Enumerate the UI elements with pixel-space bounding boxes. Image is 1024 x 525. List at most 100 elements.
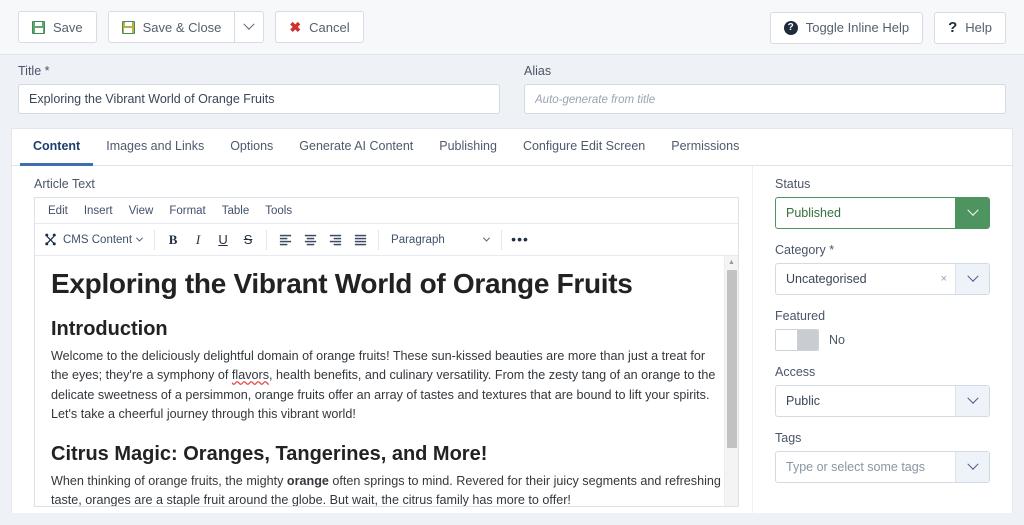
- status-field: Status Published: [775, 177, 990, 229]
- editor-menu-tools[interactable]: Tools: [258, 203, 299, 219]
- title-input[interactable]: [18, 84, 500, 114]
- align-center-button[interactable]: [298, 228, 322, 252]
- strikethrough-label: S: [243, 232, 253, 247]
- access-select-arrow[interactable]: [955, 386, 989, 416]
- toolbar-right-group: ? Toggle Inline Help ? Help: [759, 0, 1006, 55]
- save-button[interactable]: Save: [18, 11, 97, 43]
- editor-menu-insert[interactable]: Insert: [77, 203, 120, 219]
- featured-toggle-row: No: [775, 329, 990, 351]
- title-label: Title *: [18, 64, 50, 78]
- access-value: Public: [786, 394, 821, 408]
- featured-toggle-track: [776, 330, 797, 350]
- toolbar-separator: [154, 229, 156, 250]
- tab-bar: Content Images and Links Options Generate A…: [12, 129, 1012, 166]
- status-select-arrow[interactable]: [955, 198, 989, 228]
- align-justify-icon: [354, 234, 366, 246]
- top-toolbar: Save Save & Close ✖ Cancel ? Toggle Inli…: [0, 0, 1024, 55]
- chevron-down-icon: [966, 458, 979, 470]
- chevron-down-icon: [966, 270, 979, 282]
- misspelled-word: flavors: [231, 368, 270, 383]
- question-mark-icon: ?: [948, 19, 958, 36]
- underline-button[interactable]: U: [211, 228, 235, 252]
- cancel-button-label: Cancel: [309, 19, 350, 35]
- help-button-label: Help: [965, 20, 992, 35]
- align-right-icon: [329, 234, 341, 246]
- tab-options[interactable]: Options: [217, 129, 286, 166]
- category-clear-icon[interactable]: ×: [933, 264, 955, 294]
- editor-content-area[interactable]: Exploring the Vibrant World of Orange Fr…: [35, 256, 738, 506]
- status-value: Published: [786, 206, 841, 220]
- access-select[interactable]: Public: [775, 385, 990, 417]
- joomla-logo-icon: [45, 233, 56, 246]
- featured-toggle[interactable]: [775, 329, 819, 351]
- align-justify-button[interactable]: [348, 228, 372, 252]
- category-select[interactable]: Uncategorised ×: [775, 263, 990, 295]
- bold-label: B: [168, 231, 178, 247]
- block-format-value: Paragraph: [391, 233, 445, 246]
- chevron-down-icon: [966, 204, 979, 216]
- access-field: Access Public: [775, 365, 990, 417]
- article-heading-introduction: Introduction: [51, 318, 168, 340]
- tab-generate-ai-content[interactable]: Generate AI Content: [286, 129, 426, 166]
- save-button-label: Save: [53, 19, 83, 35]
- align-left-button[interactable]: [273, 228, 297, 252]
- card-body: Article Text Edit Insert View Format Table To…: [12, 166, 1012, 513]
- tab-content[interactable]: Content: [20, 129, 94, 166]
- category-select-arrow[interactable]: [955, 264, 989, 294]
- align-center-icon: [304, 234, 316, 246]
- citrus-text-part-1: When thinking of orange fruits, the migh…: [51, 473, 287, 488]
- italic-label: I: [195, 231, 201, 247]
- more-toolbar-button[interactable]: •••: [508, 228, 532, 252]
- cms-content-label: CMS Content: [63, 233, 133, 246]
- status-select[interactable]: Published: [775, 197, 990, 229]
- category-label: Category *: [775, 243, 835, 257]
- scroll-up-icon[interactable]: ▲: [725, 256, 738, 269]
- tags-placeholder: Type or select some tags: [786, 460, 925, 474]
- help-circle-icon: ?: [783, 20, 798, 35]
- bold-button[interactable]: B: [161, 228, 185, 252]
- editor-toolbar: CMS Content B I U S Paragraph •••: [35, 224, 738, 256]
- tab-label: Generate AI Content: [299, 139, 414, 153]
- featured-toggle-knob: [797, 330, 818, 350]
- featured-value: No: [829, 333, 845, 347]
- featured-field: Featured No: [775, 309, 990, 351]
- editor-menu-edit[interactable]: Edit: [41, 203, 75, 219]
- status-label: Status: [775, 177, 811, 191]
- chevron-down-icon: [243, 18, 256, 30]
- tab-configure-edit-screen[interactable]: Configure Edit Screen: [510, 129, 658, 166]
- italic-button[interactable]: I: [186, 228, 210, 252]
- toolbar-separator: [501, 229, 503, 250]
- editor-document[interactable]: Exploring the Vibrant World of Orange Fr…: [35, 256, 738, 506]
- tinymce-editor: Edit Insert View Format Table Tools CMS …: [34, 197, 739, 507]
- toggle-inline-help-label: Toggle Inline Help: [805, 20, 910, 35]
- align-right-button[interactable]: [323, 228, 347, 252]
- tab-permissions[interactable]: Permissions: [658, 129, 752, 166]
- save-dropdown-toggle[interactable]: [235, 11, 265, 43]
- alias-input[interactable]: [524, 84, 1006, 114]
- save-and-close-button[interactable]: Save & Close: [107, 11, 236, 43]
- strikethrough-button[interactable]: S: [236, 228, 260, 252]
- article-text-label: Article Text: [34, 177, 95, 191]
- cms-content-button[interactable]: CMS Content: [40, 228, 148, 252]
- help-button[interactable]: ? Help: [934, 11, 1006, 44]
- block-format-select[interactable]: Paragraph: [385, 228, 495, 252]
- save-and-close-group: Save & Close: [107, 11, 265, 43]
- save-and-close-label: Save & Close: [142, 19, 222, 35]
- editor-scrollbar[interactable]: ▲: [724, 256, 738, 506]
- category-field: Category * Uncategorised ×: [775, 243, 990, 295]
- cancel-button[interactable]: ✖ Cancel: [275, 11, 364, 43]
- tags-select-arrow[interactable]: [955, 452, 989, 482]
- editor-menu-view[interactable]: View: [122, 203, 161, 219]
- toggle-inline-help-button[interactable]: ? Toggle Inline Help: [769, 11, 924, 44]
- editor-menu-format[interactable]: Format: [162, 203, 212, 219]
- sidebar-column: Status Published Category * Uncategorise…: [752, 166, 1012, 513]
- chevron-down-icon: [135, 234, 144, 242]
- editor-menu-table[interactable]: Table: [215, 203, 257, 219]
- article-paragraph-introduction: Welcome to the deliciously delightful do…: [51, 347, 722, 425]
- editor-scrollbar-thumb[interactable]: [727, 270, 737, 448]
- tab-label: Content: [33, 139, 81, 153]
- tab-images-and-links[interactable]: Images and Links: [93, 129, 217, 166]
- tab-publishing[interactable]: Publishing: [426, 129, 510, 166]
- article-paragraph-citrus: When thinking of orange fruits, the migh…: [51, 472, 722, 506]
- tags-select[interactable]: Type or select some tags: [775, 451, 990, 483]
